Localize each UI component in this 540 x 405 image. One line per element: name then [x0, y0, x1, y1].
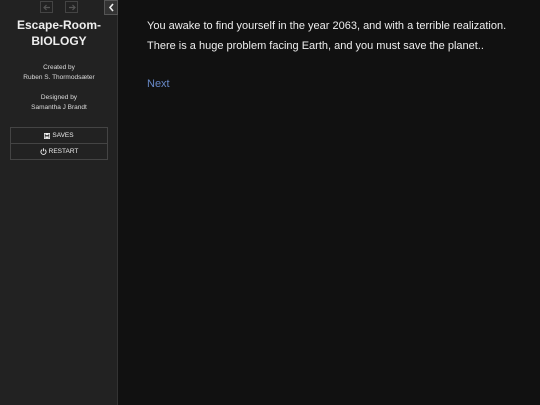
story-title: Escape-Room- BIOLOGY [0, 17, 118, 49]
story-title-line-2: BIOLOGY [31, 34, 87, 48]
chevron-left-icon [108, 3, 114, 12]
arrow-right-icon [68, 4, 76, 10]
designed-by-label: Designed by [40, 94, 78, 101]
next-link[interactable]: Next [147, 76, 170, 92]
saves-label: SAVES [52, 132, 74, 139]
floppy-disk-icon [44, 132, 51, 139]
created-by-name: Ruben S. Thormodsæter [23, 74, 95, 81]
arrow-left-icon [42, 4, 50, 10]
passage-line-2: There is a huge problem facing Earth, an… [147, 40, 484, 52]
ui-bar: Escape-Room- BIOLOGY Created by Ruben S.… [0, 0, 118, 405]
designed-by-name: Samantha J Brandt [31, 104, 87, 111]
story-title-line-1: Escape-Room- [16, 18, 102, 32]
restart-button[interactable]: RESTART [11, 143, 107, 159]
saves-button[interactable]: SAVES [11, 128, 107, 143]
ui-bar-toggle-button[interactable] [104, 0, 118, 15]
history-forward-button[interactable] [65, 1, 78, 13]
credit-designed-by: Designed by Samantha J Brandt [0, 93, 118, 113]
restart-label: RESTART [48, 148, 79, 155]
story-menu: SAVES RESTART [10, 127, 108, 160]
story-app: Escape-Room- BIOLOGY Created by Ruben S.… [0, 0, 540, 405]
credit-created-by: Created by Ruben S. Thormodsæter [0, 63, 118, 83]
story-passage: You awake to find yourself in the year 2… [147, 16, 527, 56]
passage-line-1: You awake to find yourself in the year 2… [147, 20, 507, 32]
power-icon [40, 148, 47, 155]
created-by-label: Created by [43, 64, 75, 71]
history-back-button[interactable] [40, 1, 53, 13]
